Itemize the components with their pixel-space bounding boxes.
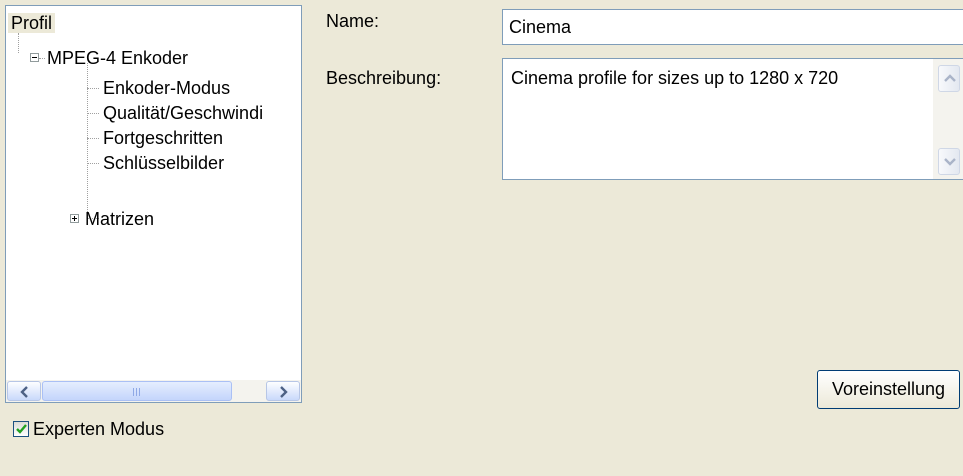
expand-icon[interactable] [70,214,79,223]
profile-tree[interactable]: Profil MPEG-4 Enkoder Enkoder-Modus Qual… [5,5,302,403]
tree-root[interactable]: Profil [8,11,56,36]
tree-line [87,113,99,114]
arrow-right-icon [280,386,288,398]
scroll-right-button[interactable] [266,381,300,401]
tree-line [87,63,88,218]
name-label: Name: [326,11,380,31]
tree-line [87,88,99,89]
tree-line [18,33,19,53]
vertical-scrollbar[interactable] [933,59,963,179]
tree-content: Profil MPEG-4 Enkoder Enkoder-Modus Qual… [6,6,301,380]
checkbox[interactable] [13,421,29,437]
tree-item-label: Matrizen [85,209,155,229]
tree-line [87,138,99,139]
name-value: Cinema [509,17,572,37]
tree-item-label: Enkoder-Modus [103,78,231,98]
grip-icon [139,388,140,396]
grip-icon [133,388,134,396]
expert-mode-label: Experten Modus [33,419,165,439]
tree-item-encoder-mode[interactable]: Enkoder-Modus [103,76,230,101]
horizontal-scrollbar[interactable] [6,380,301,402]
tree-line [39,58,45,59]
preset-button[interactable]: Voreinstellung [817,370,960,409]
tree-item-keyframes[interactable]: Schlüsselbilder [103,151,224,176]
description-label: Beschreibung: [326,68,442,88]
arrow-down-icon [944,158,956,166]
description-field[interactable]: Cinema profile for sizes up to 1280 x 72… [502,58,963,180]
arrow-up-icon [944,74,956,82]
grip-icon [136,388,137,396]
description-value: Cinema profile for sizes up to 1280 x 72… [511,68,839,88]
tree-item-mpeg4-encoder[interactable]: MPEG-4 Enkoder [47,46,188,71]
tree-item-label: Fortgeschritten [103,128,224,148]
scroll-up-button[interactable] [938,65,960,92]
tree-item-quality-speed[interactable]: Qualität/Geschwindi [103,101,263,126]
name-field[interactable]: Cinema [502,9,963,45]
checkmark-icon [16,424,27,434]
tree-line [87,163,99,164]
tree-item-label: MPEG-4 Enkoder [47,48,189,68]
tree-root-label: Profil [8,13,56,33]
tree-item-advanced[interactable]: Fortgeschritten [103,126,223,151]
arrow-left-icon [20,386,28,398]
tree-item-matrices[interactable]: Matrizen [85,207,154,232]
scroll-left-button[interactable] [7,381,41,401]
tree-item-label: Qualität/Geschwindi [103,103,264,123]
tree-item-label: Schlüsselbilder [103,153,225,173]
collapse-icon[interactable] [30,53,39,62]
scroll-down-button[interactable] [938,148,960,175]
scroll-thumb[interactable] [42,381,232,401]
